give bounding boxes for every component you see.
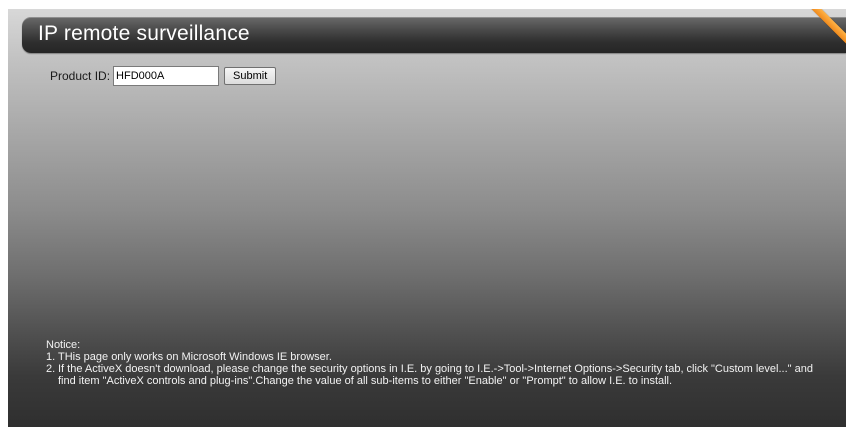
product-id-input[interactable] <box>113 66 220 86</box>
notice-item: 1. THis page only works on Microsoft Win… <box>46 351 826 363</box>
corner-ribbon-stripe <box>810 9 846 49</box>
page: IP remote surveillance Product ID: Submi… <box>0 0 846 427</box>
product-id-form: Product ID: Submit <box>50 66 277 86</box>
notice-heading: Notice: <box>46 339 81 351</box>
page-title: IP remote surveillance <box>38 22 250 45</box>
main-panel: IP remote surveillance Product ID: Submi… <box>8 9 846 427</box>
notice-item-number: 2. <box>46 363 56 375</box>
product-id-label: Product ID: <box>50 69 111 83</box>
corner-ribbon-icon <box>806 9 846 49</box>
notice-item: 2. If the ActiveX doesn't download, plea… <box>46 363 826 387</box>
notice-section: Notice: 1. THis page only works on Micro… <box>46 339 826 387</box>
title-bar: IP remote surveillance <box>22 17 846 53</box>
notice-item-text: If the ActiveX doesn't download, please … <box>58 363 813 387</box>
notice-item-number: 1. <box>46 351 56 363</box>
submit-button[interactable]: Submit <box>224 67 277 85</box>
notice-list: 1. THis page only works on Microsoft Win… <box>46 351 826 387</box>
notice-item-text: THis page only works on Microsoft Window… <box>58 351 332 363</box>
